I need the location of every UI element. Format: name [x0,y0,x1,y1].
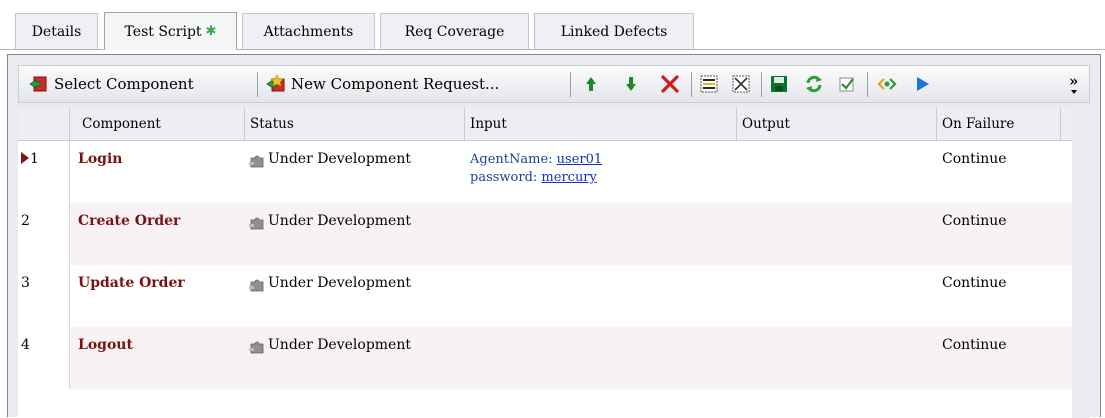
tab-req-coverage[interactable]: Req Coverage [380,13,529,49]
arrow-down-icon [621,74,641,94]
select-all-button[interactable] [699,66,719,102]
component-puzzle-icon [249,277,265,293]
on-failure-value[interactable]: Continue [942,337,1007,353]
deselect-all-icon [731,74,751,94]
column-header-status[interactable]: Status [245,108,465,140]
refresh-icon [804,74,824,94]
arrow-up-icon [581,74,601,94]
delete-x-icon [660,74,680,94]
current-row-pointer-icon [21,152,29,164]
new-component-request-icon [266,74,286,94]
save-button[interactable] [769,66,789,102]
tab-test-script[interactable]: Test Script ✱ [104,12,237,50]
move-up-button[interactable] [581,66,601,102]
column-header-on-failure[interactable]: On Failure [937,108,1061,140]
toolbar-separator [570,72,571,97]
row-number: 2 [18,203,70,265]
param-value-link[interactable]: mercury [541,170,596,185]
tab-bar: Details Test Script ✱ Attachments Req Co… [0,0,1105,50]
status-cell: Under Development [249,337,411,355]
toolbar-separator [257,72,258,97]
components-grid: Component Status Input Output On Failure… [18,108,1072,418]
column-header-input[interactable]: Input [465,108,737,140]
table-row[interactable]: 3 Update Order Under Development Continu… [18,265,1072,327]
component-puzzle-icon [249,339,265,355]
select-component-icon [29,74,49,94]
tab-linked-defects[interactable]: Linked Defects [534,13,694,49]
toolbar-separator [691,72,692,97]
refresh-button[interactable] [804,66,824,102]
status-cell: Under Development [249,213,411,231]
select-component-label: Select Component [54,75,194,93]
generate-script-icon [877,74,897,94]
input-param: password: mercury [470,169,602,187]
component-name: Create Order [78,213,181,229]
test-script-panel: Select Component New Component Request..… [7,54,1101,418]
param-name: AgentName: [470,152,557,167]
toolbar: Select Component New Component Request..… [18,65,1090,103]
table-row[interactable]: 4 Logout Under Development Continue [18,327,1072,389]
toolbar-separator [867,72,868,97]
param-value-link[interactable]: user01 [557,152,603,167]
row-number: 3 [18,265,70,327]
status-text: Under Development [268,337,411,353]
param-name: password: [470,170,542,185]
input-parameters: AgentName: user01 password: mercury [470,151,602,187]
tab-label: Test Script [124,23,202,40]
component-puzzle-icon [249,153,265,169]
overflow-dropdown-icon [1070,89,1077,94]
move-down-button[interactable] [621,66,641,102]
new-component-request-label: New Component Request... [291,75,500,93]
status-cell: Under Development [249,275,411,293]
tab-label: Attachments [263,23,354,40]
play-icon [912,74,932,94]
grid-header: Component Status Input Output On Failure [18,108,1072,141]
row-number-header [18,108,70,140]
tab-attachments[interactable]: Attachments [242,13,375,49]
input-param: AgentName: user01 [470,151,602,169]
grid-right-edge [1072,108,1090,418]
component-name: Logout [78,337,133,353]
new-component-request-button[interactable]: New Component Request... [266,66,499,102]
select-component-button[interactable]: Select Component [29,66,194,102]
row-number: 4 [18,327,70,389]
generate-script-button[interactable] [877,66,897,102]
run-button[interactable] [912,66,932,102]
status-text: Under Development [268,213,411,229]
toolbar-separator [761,72,762,97]
status-text: Under Development [268,151,411,167]
component-name: Update Order [78,275,185,291]
modified-indicator-icon: ✱ [205,24,217,39]
component-name: Login [78,151,123,167]
status-cell: Under Development [249,151,411,169]
on-failure-value[interactable]: Continue [942,275,1007,291]
tab-label: Linked Defects [560,23,668,40]
tab-details[interactable]: Details [15,13,98,49]
table-row[interactable]: 2 Create Order Under Development Continu… [18,203,1072,265]
column-header-component[interactable]: Component [70,108,245,140]
floppy-save-icon [769,74,789,94]
table-row[interactable]: 1 Login Under Development AgentName: use… [18,141,1072,203]
checkbox-check-icon [837,74,857,94]
on-failure-value[interactable]: Continue [942,213,1007,229]
select-all-icon [699,74,719,94]
delete-button[interactable] [660,66,680,102]
deselect-all-button[interactable] [731,66,751,102]
row-number-value: 1 [30,151,39,167]
tab-label: Details [31,23,82,40]
check-button[interactable] [837,66,857,102]
overflow-chevron-icon: » [1069,71,1079,90]
column-header-output[interactable]: Output [737,108,937,140]
status-text: Under Development [268,275,411,291]
on-failure-value[interactable]: Continue [942,151,1007,167]
row-number: 1 [18,141,70,203]
component-puzzle-icon [249,215,265,231]
tab-label: Req Coverage [404,23,505,40]
toolbar-overflow-button[interactable]: » [1069,66,1078,102]
